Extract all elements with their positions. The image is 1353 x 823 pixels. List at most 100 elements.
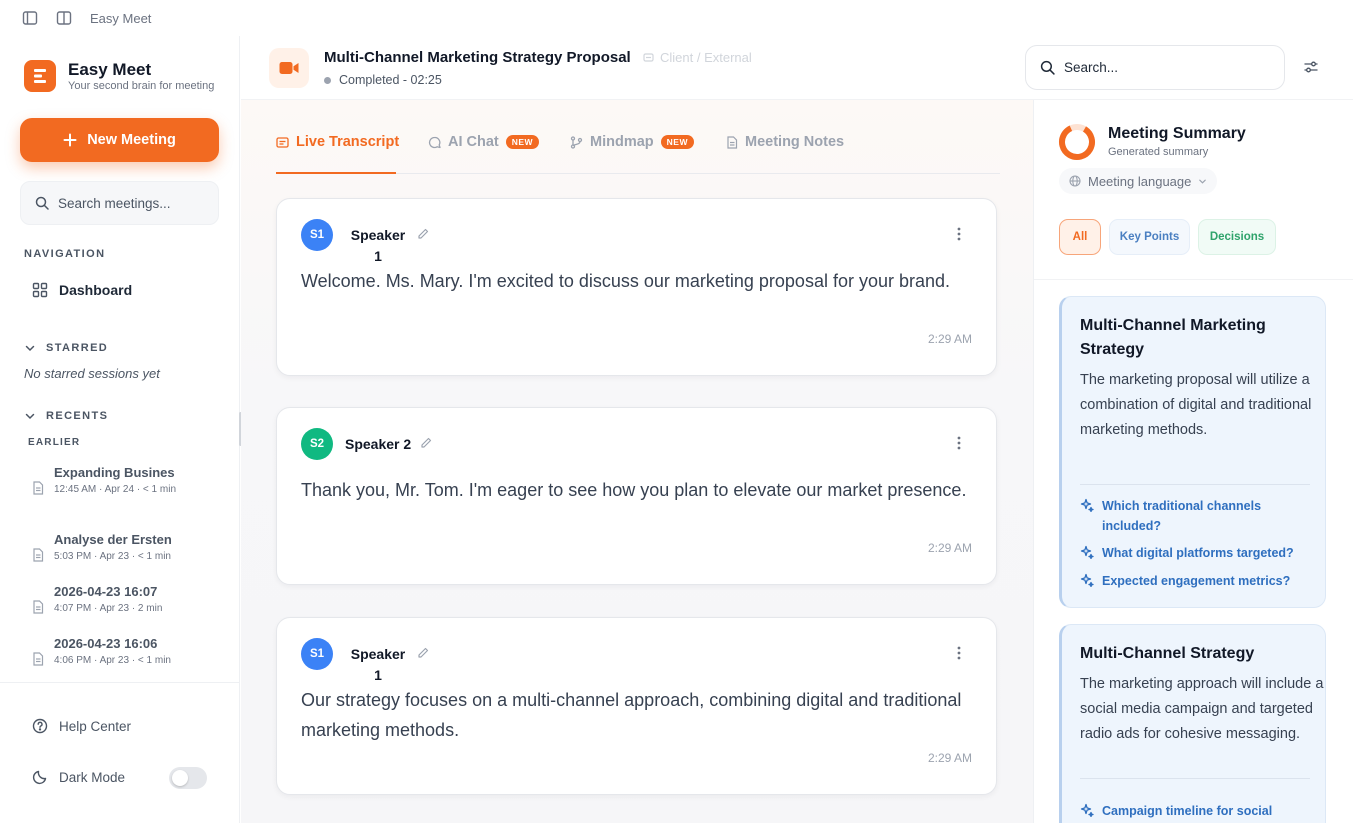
suggested-question[interactable]: Which traditional channels included?	[1080, 496, 1320, 536]
help-center-label: Help Center	[59, 718, 132, 734]
app-logo-icon	[24, 60, 56, 92]
moon-icon	[32, 769, 48, 785]
speaker-avatar: S1	[301, 219, 333, 251]
tab-live-transcript[interactable]: Live Transcript	[276, 134, 399, 150]
search-icon	[35, 196, 49, 210]
recent-meeting-item[interactable]: 2026-04-23 16:06 4:06 PM · Apr 23 · < 1 …	[32, 636, 171, 666]
help-center-link[interactable]: Help Center	[32, 718, 131, 734]
summary-subtitle: Generated summary	[1108, 146, 1209, 158]
dark-mode-toggle[interactable]	[169, 767, 207, 789]
new-badge: NEW	[660, 135, 694, 149]
meeting-language-label: Meeting language	[1088, 173, 1192, 189]
summary-panel: Meeting Summary Generated summary Meetin…	[1033, 100, 1353, 823]
meeting-header: Multi-Channel Marketing Strategy Proposa…	[241, 36, 1353, 100]
globe-icon	[1069, 175, 1081, 187]
tab-label: Meeting Notes	[745, 134, 845, 150]
tab-bar: Live Transcript AI Chat NEW Mindmap NEW …	[276, 130, 1000, 174]
recent-meeting-meta: 12:45 AM · Apr 24 · < 1 min	[54, 484, 177, 495]
suggested-question[interactable]: Expected engagement metrics?	[1080, 571, 1320, 591]
sparkle-icon	[1080, 496, 1094, 536]
recent-meeting-item[interactable]: Analyse der Ersten 5:03 PM · Apr 23 · < …	[32, 532, 172, 562]
recent-meeting-item[interactable]: Expanding Busines 12:45 AM · Apr 24 · < …	[32, 465, 176, 495]
plus-icon	[63, 133, 77, 147]
pencil-icon[interactable]	[417, 647, 429, 659]
document-icon	[32, 652, 44, 666]
more-options-icon[interactable]	[957, 227, 961, 241]
suggested-question-text: What digital platforms targeted?	[1102, 546, 1294, 560]
transcript-panel: Live Transcript AI Chat NEW Mindmap NEW …	[241, 100, 1033, 823]
sidebar: Easy Meet Your second brain for meeting …	[0, 36, 240, 823]
more-options-icon[interactable]	[957, 436, 961, 450]
summary-card: Multi-Channel Strategy The marketing app…	[1059, 624, 1326, 823]
summary-card-body: The marketing approach will include a so…	[1080, 676, 1324, 742]
chat-bubble-icon	[428, 136, 441, 149]
video-camera-icon	[269, 48, 309, 88]
tab-label: Live Transcript	[296, 134, 400, 150]
chevron-down-icon	[1198, 177, 1207, 186]
meeting-tag[interactable]: Client / External	[643, 50, 752, 65]
tab-mindmap[interactable]: Mindmap NEW	[570, 134, 694, 150]
speaker-avatar: S2	[301, 428, 333, 460]
global-search-input[interactable]: Search...	[1025, 45, 1285, 90]
panel-toggle-icon[interactable]	[56, 10, 72, 26]
sliders-icon[interactable]	[1303, 59, 1319, 75]
chevron-down-icon	[24, 342, 36, 354]
speaker-name[interactable]: Speaker 1	[349, 644, 407, 686]
sparkle-icon	[1080, 543, 1094, 563]
window-bar: Easy Meet	[0, 0, 1353, 36]
recent-meeting-title: Analyse der Ersten	[54, 532, 172, 547]
sidebar-toggle-icon[interactable]	[22, 10, 38, 26]
summary-card: Multi-Channel Marketing Strategy The mar…	[1059, 296, 1326, 608]
sparkle-icon	[1080, 571, 1094, 591]
suggested-question[interactable]: Campaign timeline for social	[1080, 801, 1320, 821]
recent-meeting-meta: 4:07 PM · Apr 23 · 2 min	[54, 603, 163, 614]
filter-decisions-button[interactable]: Decisions	[1198, 219, 1276, 255]
sparkle-icon	[1080, 801, 1094, 821]
speaker-name[interactable]: Speaker 1	[349, 225, 407, 267]
document-icon	[32, 600, 44, 614]
global-search-placeholder: Search...	[1064, 60, 1119, 75]
recent-meeting-title: 2026-04-23 16:06	[54, 636, 158, 651]
grid-icon	[32, 282, 48, 298]
tag-icon	[643, 52, 654, 63]
summary-title: Meeting Summary	[1108, 125, 1246, 142]
search-icon	[1040, 60, 1055, 75]
chevron-down-icon	[24, 410, 36, 422]
utterance-time: 2:29 AM	[927, 541, 972, 555]
utterance-text: Our strategy focuses on a multi-channel …	[301, 690, 962, 740]
transcript-icon	[276, 136, 289, 149]
transcript-entry: S2 Speaker 2 Thank you, Mr. Tom. I'm eag…	[276, 407, 997, 585]
filter-key-points-button[interactable]: Key Points	[1109, 219, 1190, 255]
search-meetings-placeholder: Search meetings...	[58, 195, 171, 211]
suggested-question-text: Expected engagement metrics?	[1102, 574, 1291, 588]
new-meeting-button[interactable]: New Meeting	[20, 118, 219, 162]
recents-section-toggle[interactable]: RECENTS	[24, 410, 108, 422]
recent-meeting-meta: 5:03 PM · Apr 23 · < 1 min	[54, 551, 171, 562]
tab-label: Mindmap	[590, 134, 654, 150]
filter-all-button[interactable]: All	[1059, 219, 1101, 255]
pencil-icon[interactable]	[417, 228, 429, 240]
tab-meeting-notes[interactable]: Meeting Notes	[726, 134, 844, 150]
recent-meeting-item[interactable]: 2026-04-23 16:07 4:07 PM · Apr 23 · 2 mi…	[32, 584, 162, 614]
new-meeting-label: New Meeting	[87, 132, 176, 148]
sidebar-item-dashboard[interactable]: Dashboard	[32, 282, 132, 298]
meeting-tag-label: Client / External	[660, 50, 752, 65]
starred-section-toggle[interactable]: STARRED	[24, 342, 108, 354]
notes-icon	[726, 135, 738, 149]
navigation-label: NAVIGATION	[24, 248, 106, 260]
dark-mode-label: Dark Mode	[59, 769, 126, 785]
suggested-question-text: Campaign timeline for social	[1102, 804, 1273, 818]
dashboard-label: Dashboard	[59, 282, 133, 298]
search-meetings-input[interactable]: Search meetings...	[20, 181, 219, 225]
tab-label: AI Chat	[448, 134, 499, 150]
pencil-icon[interactable]	[420, 437, 432, 449]
status-dot	[324, 76, 331, 84]
more-options-icon[interactable]	[957, 646, 961, 660]
recent-meeting-title: Expanding Busines	[54, 465, 175, 480]
brand: Easy Meet Your second brain for meeting	[24, 60, 214, 92]
speaker-name[interactable]: Speaker 2	[345, 434, 411, 455]
meeting-title[interactable]: Multi-Channel Marketing Strategy Proposa…	[324, 49, 631, 66]
tab-ai-chat[interactable]: AI Chat NEW	[428, 134, 540, 150]
suggested-question[interactable]: What digital platforms targeted?	[1080, 543, 1320, 563]
meeting-language-select[interactable]: Meeting language	[1059, 168, 1218, 194]
